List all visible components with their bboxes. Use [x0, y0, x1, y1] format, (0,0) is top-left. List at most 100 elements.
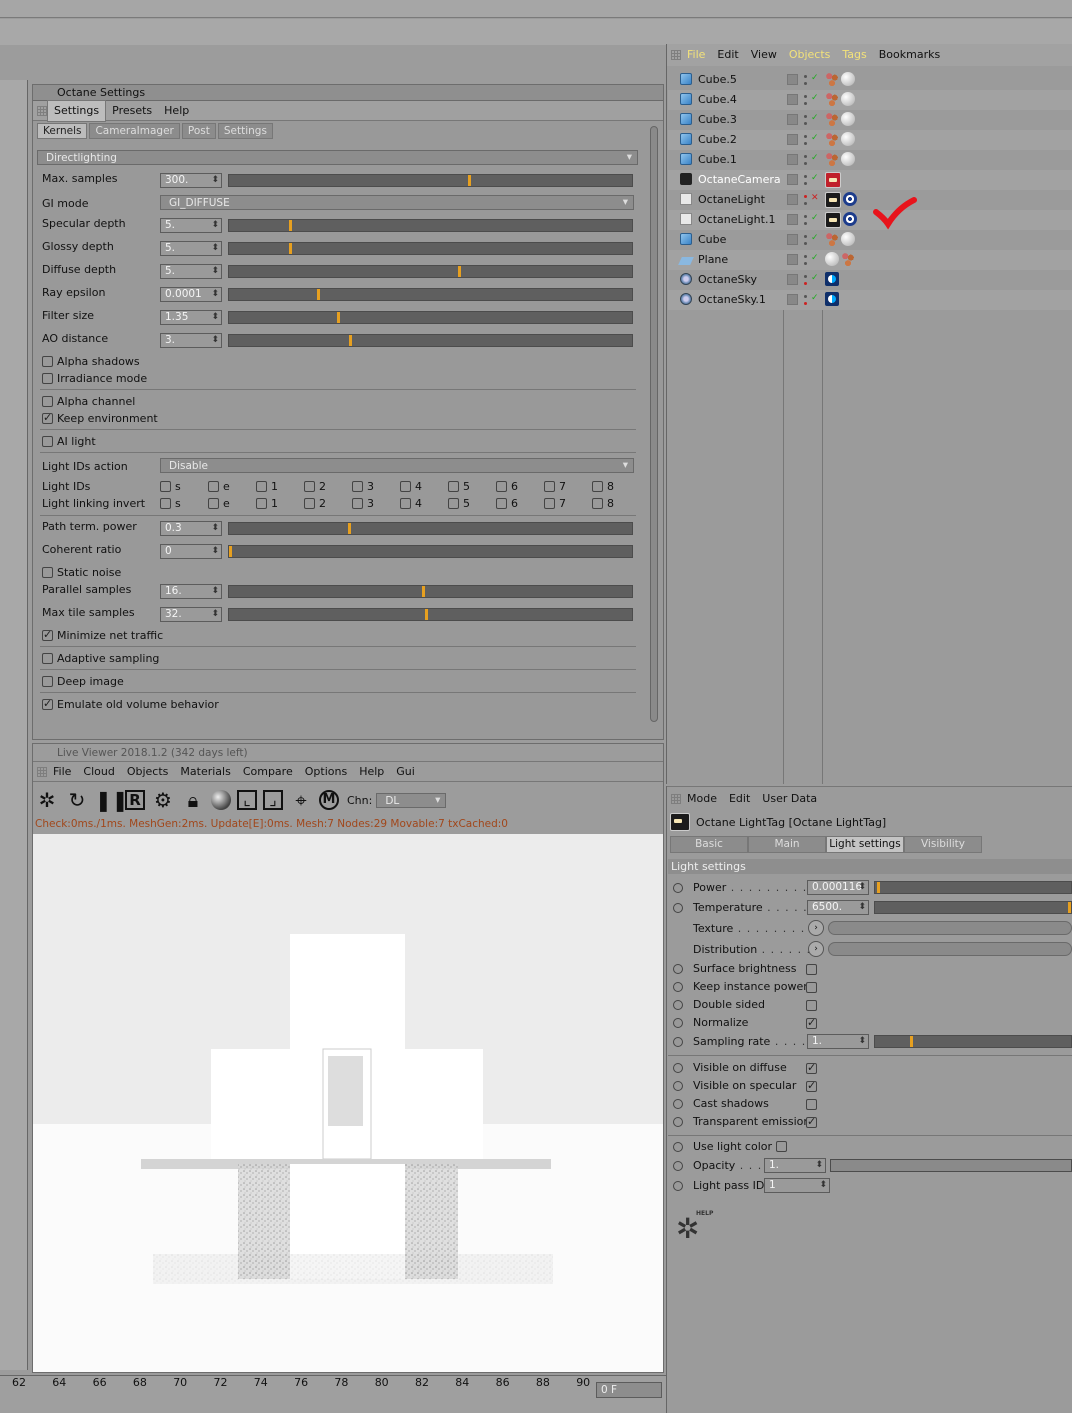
enabled-check-icon[interactable]: ✓ [811, 273, 819, 283]
editor-visibility-dot[interactable] [804, 115, 807, 118]
slider-knob[interactable] [349, 335, 352, 346]
render-visibility-dot[interactable] [804, 102, 807, 105]
menu-edit[interactable]: Edit [723, 789, 756, 809]
minimize-traffic-check[interactable]: Minimize net traffic [42, 628, 163, 642]
menu-bookmarks[interactable]: Bookmarks [873, 45, 946, 65]
anim-radio[interactable] [673, 1000, 683, 1010]
param-slider[interactable] [228, 311, 633, 324]
slider-knob[interactable] [877, 882, 880, 893]
checkbox[interactable] [806, 1000, 817, 1011]
checkbox[interactable] [208, 481, 219, 492]
light-id-option[interactable]: 1 [256, 480, 278, 493]
checkbox[interactable] [160, 481, 171, 492]
light-setting-check[interactable] [806, 963, 821, 976]
distribution-link-icon[interactable]: › [808, 941, 824, 957]
checkbox[interactable] [208, 498, 219, 509]
menu-settings[interactable]: Settings [47, 99, 107, 122]
checkbox[interactable] [806, 1061, 817, 1074]
menu-options[interactable]: Options [299, 762, 353, 782]
render-visibility-dot[interactable] [804, 262, 807, 265]
parallel-samples-slider[interactable] [228, 585, 633, 598]
layer-icon[interactable] [787, 154, 798, 165]
enabled-check-icon[interactable]: ✓ [811, 233, 819, 243]
menu-edit[interactable]: Edit [711, 45, 744, 65]
param-slider[interactable] [228, 242, 633, 255]
ai-light-check[interactable]: AI light [42, 435, 96, 448]
menu-gui[interactable]: Gui [390, 762, 421, 782]
checkbox[interactable] [160, 498, 171, 509]
path-term-input[interactable]: 0.3 [160, 521, 222, 536]
light-tag-icon[interactable] [825, 192, 841, 208]
editor-visibility-dot[interactable] [804, 135, 807, 138]
menu-file[interactable]: File [681, 45, 711, 65]
light-id-option[interactable]: 8 [592, 497, 614, 510]
slider-knob[interactable] [458, 266, 461, 277]
light-id-option[interactable]: 5 [448, 480, 470, 493]
menu-user-data[interactable]: User Data [756, 789, 823, 809]
checkbox[interactable] [42, 628, 53, 641]
layer-icon[interactable] [787, 274, 798, 285]
opacity-slider[interactable] [830, 1159, 1072, 1172]
light-id-option[interactable]: 2 [304, 497, 326, 510]
checkbox[interactable] [592, 498, 603, 509]
param-slider[interactable] [228, 288, 633, 301]
layer-icon[interactable] [787, 234, 798, 245]
editor-visibility-dot[interactable] [804, 195, 807, 198]
checkbox[interactable] [496, 498, 507, 509]
use-light-color-check[interactable]: Use light color [693, 1140, 791, 1153]
max-tile-samples-input[interactable]: 32. [160, 607, 222, 622]
power-input[interactable]: 0.000116 [807, 880, 869, 895]
enabled-check-icon[interactable]: ✓ [811, 113, 819, 123]
anim-radio[interactable] [673, 1063, 683, 1073]
slider-knob[interactable] [425, 609, 428, 620]
checkbox[interactable] [42, 653, 53, 664]
checkbox[interactable] [806, 1016, 817, 1029]
enabled-check-icon[interactable]: ✓ [811, 293, 819, 303]
object-item[interactable]: Cube.3 [680, 110, 737, 130]
adaptive-sampling-check[interactable]: Adaptive sampling [42, 652, 159, 665]
lock-icon[interactable]: 🔒︎ [181, 788, 205, 812]
settings-gear-icon[interactable]: ⚙ [151, 788, 175, 812]
menu-mode[interactable]: Mode [681, 789, 723, 809]
disabled-x-icon[interactable]: ✕ [811, 193, 819, 203]
slider-knob[interactable] [910, 1036, 913, 1047]
menu-objects[interactable]: Objects [121, 762, 175, 782]
anim-radio[interactable] [673, 1018, 683, 1028]
editor-visibility-dot[interactable] [804, 275, 807, 278]
editor-visibility-dot[interactable] [804, 95, 807, 98]
material-nodes-icon[interactable] [825, 72, 839, 86]
layer-icon[interactable] [787, 114, 798, 125]
tab-cameraimager[interactable]: CameraImager [89, 123, 180, 139]
material-nodes-icon[interactable] [825, 112, 839, 126]
slider-knob[interactable] [289, 243, 292, 254]
path-term-slider[interactable] [228, 522, 633, 535]
tab-post[interactable]: Post [181, 123, 216, 139]
menu-compare[interactable]: Compare [237, 762, 299, 782]
editor-visibility-dot[interactable] [804, 255, 807, 258]
help-icon[interactable]: ✲ HELP [676, 1210, 720, 1246]
camera-tag-icon[interactable] [825, 172, 841, 188]
restart-icon[interactable]: ↻ [65, 788, 89, 812]
material-ball-icon[interactable] [841, 232, 855, 246]
kernel-dropdown[interactable]: Directlighting [37, 150, 638, 165]
coherent-ratio-slider[interactable] [228, 545, 633, 558]
checkbox[interactable] [544, 498, 555, 509]
anim-radio[interactable] [673, 883, 683, 893]
tab-kernels[interactable]: Kernels [37, 123, 88, 139]
light-id-option[interactable]: 7 [544, 480, 566, 493]
layer-icon[interactable] [787, 214, 798, 225]
parallel-samples-input[interactable]: 16. [160, 584, 222, 599]
render-visibility-dot[interactable] [804, 82, 807, 85]
grip-icon[interactable] [671, 50, 681, 60]
anim-radio[interactable] [673, 1181, 683, 1191]
checkbox[interactable] [304, 481, 315, 492]
param-input[interactable]: 3. [160, 333, 222, 348]
visibility-check[interactable] [806, 1061, 821, 1075]
light-id-option[interactable]: 8 [592, 480, 614, 493]
object-item[interactable]: Cube [680, 230, 726, 250]
material-nodes-icon[interactable] [841, 252, 855, 266]
object-item[interactable]: OctaneSky.1 [680, 290, 766, 310]
editor-visibility-dot[interactable] [804, 215, 807, 218]
max-samples-slider[interactable] [228, 174, 633, 187]
render-visibility-dot[interactable] [804, 282, 807, 285]
